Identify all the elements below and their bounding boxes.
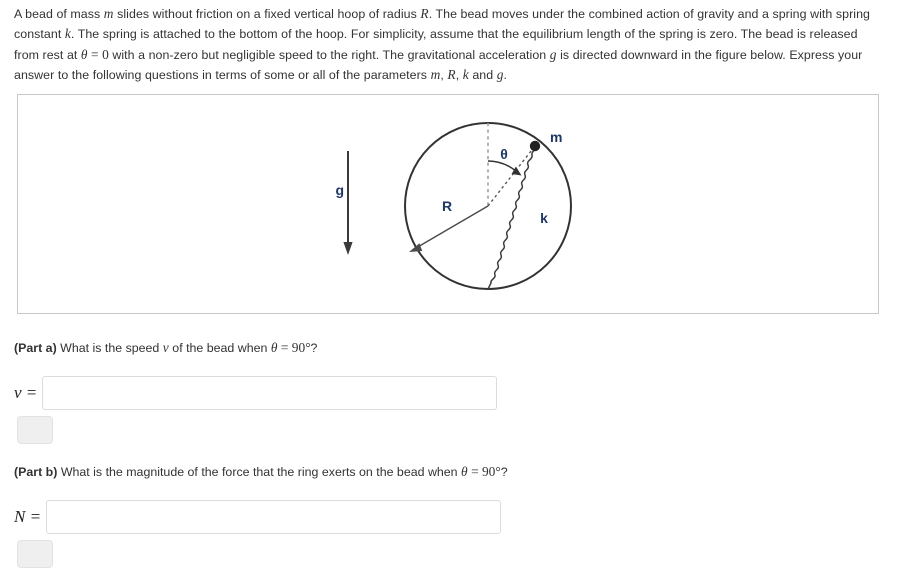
physics-diagram: g R θ k m (335, 122, 572, 290)
gravity-label: g (335, 182, 344, 198)
part-a-answer-input[interactable] (42, 376, 498, 410)
part-a-question-text: What is the speed v of the bead when θ =… (56, 340, 318, 355)
part-a-question: (Part a) What is the speed v of the bead… (14, 340, 317, 356)
part-b-prefix: (Part b) (14, 465, 58, 479)
radius-label: R (442, 198, 452, 214)
part-a-answer-row: v = (14, 376, 498, 410)
theta-arc-arrowhead (511, 166, 522, 176)
part-b-answer-label: N = (14, 507, 42, 526)
part-b-question-text: What is the magnitude of the force that … (57, 464, 508, 479)
gravity-arrow-group (343, 151, 353, 255)
part-a-submit-button[interactable] (17, 416, 53, 444)
part-a-answer-label: v = (14, 383, 38, 402)
part-b-answer-input[interactable] (46, 500, 502, 534)
part-b-answer-row: N = (14, 500, 502, 534)
radius-to-bead-dashed-line (487, 145, 536, 207)
problem-statement: A bead of mass m slides without friction… (14, 6, 870, 82)
theta-arc (487, 160, 518, 173)
theta-label: θ (500, 146, 508, 162)
gravity-arrow-head (343, 242, 353, 255)
part-b-submit-button[interactable] (17, 540, 53, 568)
bead-mass-marker (529, 140, 541, 152)
figure-box: g R θ k m (17, 94, 879, 314)
part-a-prefix: (Part a) (14, 341, 57, 355)
mass-label: m (550, 129, 562, 145)
spring-constant-label: k (540, 210, 548, 226)
part-b-question: (Part b) What is the magnitude of the fo… (14, 464, 508, 480)
